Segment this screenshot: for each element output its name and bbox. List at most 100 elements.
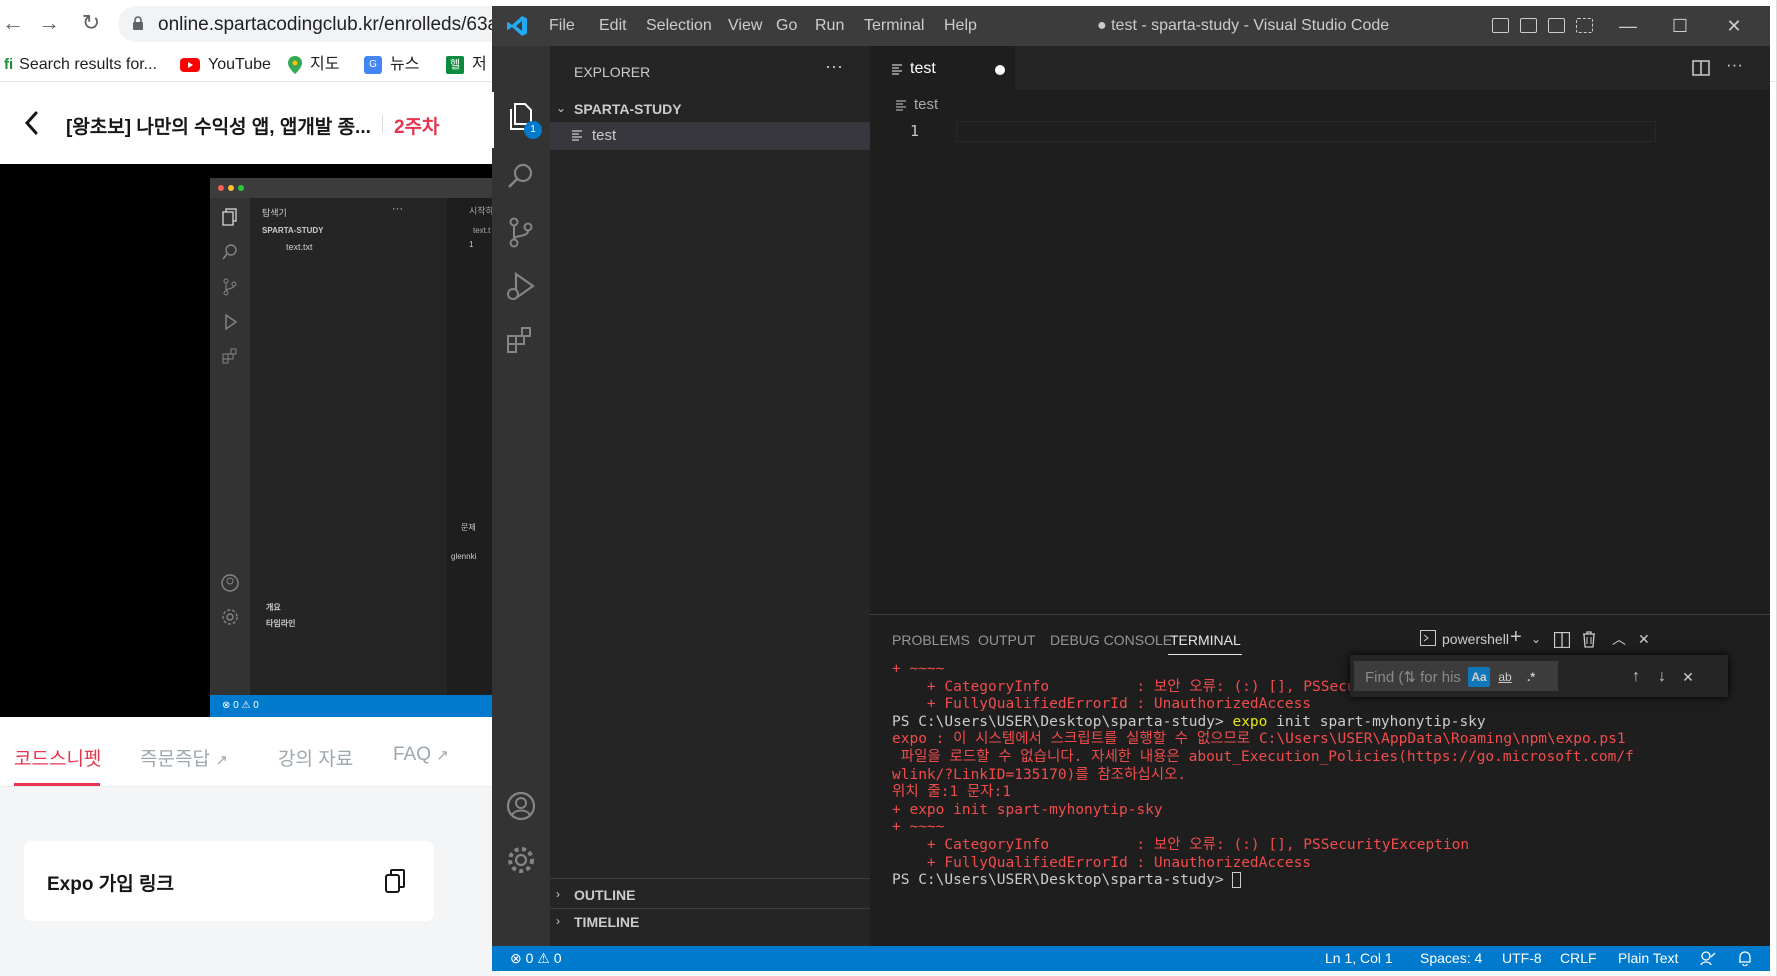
tab-faq[interactable]: FAQ ↗ (393, 744, 449, 766)
previous-match-icon[interactable]: ↑ (1626, 667, 1646, 687)
run-debug-icon[interactable] (505, 270, 537, 302)
tab-code-snippet[interactable]: 코드스니펫 (14, 744, 101, 771)
manage-gear-icon[interactable] (505, 844, 537, 876)
panel-tab-problems[interactable]: PROBLEMS (892, 632, 970, 648)
toggle-panel-icon[interactable] (1520, 18, 1537, 33)
close-window-icon[interactable]: ✕ (1722, 14, 1746, 38)
regex-icon[interactable]: .* (1520, 667, 1542, 687)
youtube-icon (180, 57, 200, 72)
lecture-video[interactable]: 탐색기 ··· SPARTA-STUDY text.txt 개요 타임라인 시작… (0, 164, 500, 717)
bookmark-youtube[interactable]: YouTube (180, 55, 271, 75)
window-title: ● test - sparta-study - Visual Studio Co… (1097, 17, 1390, 34)
panel-tab-debug-console[interactable]: DEBUG CONSOLE (1050, 632, 1172, 648)
toggle-secondary-sidebar-icon[interactable] (1548, 18, 1565, 33)
chevron-down-icon[interactable]: ⌄ (1531, 627, 1541, 651)
menu-go[interactable]: Go (776, 17, 797, 35)
editor-more-icon[interactable]: ··· (1726, 55, 1743, 75)
account-icon[interactable] (505, 790, 537, 822)
forward-arrow-icon[interactable]: → (36, 10, 62, 36)
terminal-line: 파일을 로드할 수 없습니다. 자세한 내용은 about_Execution_… (892, 748, 1634, 765)
bookmark-maps[interactable]: 지도 (288, 55, 339, 75)
indentation-status[interactable]: Spaces: 4 (1420, 950, 1482, 966)
vscode-logo-icon (507, 16, 527, 36)
panel-tab-terminal[interactable]: TERMINAL (1170, 632, 1241, 648)
terminal-line: + FullyQualifiedErrorId : UnauthorizedAc… (892, 854, 1312, 871)
split-editor-icon[interactable] (1692, 60, 1710, 76)
search-icon[interactable] (505, 160, 537, 192)
whole-word-icon[interactable]: ab (1494, 667, 1516, 687)
menu-edit[interactable]: Edit (599, 17, 627, 35)
mini-panel-text: glennki (451, 552, 477, 561)
source-control-icon[interactable] (505, 216, 537, 248)
language-mode[interactable]: Plain Text (1618, 950, 1678, 966)
maximize-icon[interactable]: ☐ (1668, 14, 1692, 38)
toggle-sidebar-icon[interactable] (1492, 18, 1509, 33)
next-match-icon[interactable]: ↓ (1652, 667, 1672, 687)
mini-titlebar (210, 178, 500, 198)
lecture-header: [왕초보] 나만의 수익성 앱, 앱개발 종... 2주차 (0, 82, 500, 164)
unsaved-dot-icon[interactable] (995, 65, 1005, 75)
tab-materials[interactable]: 강의 자료 (278, 744, 353, 771)
line-number: 1 (910, 122, 920, 140)
terminal-line: + FullyQualifiedErrorId : UnauthorizedAc… (892, 696, 1312, 713)
terminal-cursor (1232, 872, 1242, 889)
explorer-more-icon[interactable]: ··· (825, 56, 843, 77)
maps-pin-icon (288, 55, 302, 74)
eol-status[interactable]: CRLF (1560, 950, 1597, 966)
reload-icon[interactable]: ↻ (78, 10, 104, 36)
extensions-icon[interactable] (505, 324, 537, 356)
outline-section[interactable]: › OUTLINE (550, 882, 870, 908)
minimize-icon[interactable]: — (1616, 14, 1640, 38)
menu-help[interactable]: Help (944, 17, 977, 35)
address-bar[interactable]: online.spartacodingclub.kr/enrolleds/63a… (118, 6, 538, 42)
expo-link-card[interactable]: Expo 가입 링크 (24, 841, 434, 921)
outline-label: OUTLINE (574, 887, 636, 903)
panel-tab-output[interactable]: OUTPUT (978, 632, 1036, 648)
timeline-section[interactable]: › TIMELINE (550, 908, 870, 934)
close-panel-icon[interactable]: ✕ (1638, 627, 1650, 651)
terminal-line: PS C:\Users\USER\Desktop\sparta-study> e… (892, 713, 1486, 730)
mini-editor-file: text.t (473, 226, 491, 235)
maximize-panel-icon[interactable]: ︿ (1612, 627, 1626, 651)
terminal-line: + CategoryInfo : 보안 오류: (:) [], PSSecuri… (892, 836, 1470, 853)
url-text: online.spartacodingclub.kr/enrolleds/63a… (158, 14, 509, 35)
notifications-bell-icon[interactable] (1738, 950, 1752, 966)
breadcrumb[interactable]: test (896, 96, 938, 113)
menu-file[interactable]: File (549, 17, 575, 35)
expo-link-label: Expo 가입 링크 (47, 874, 174, 895)
folder-label: SPARTA-STUDY (574, 101, 682, 117)
current-line-highlight[interactable] (956, 121, 1656, 142)
tab-qna[interactable]: 즉문즉답 ↗ (140, 744, 228, 771)
editor-tab-test[interactable]: test (870, 46, 1015, 90)
encoding-status[interactable]: UTF-8 (1502, 950, 1542, 966)
file-item-test[interactable]: test (550, 122, 870, 150)
menu-terminal[interactable]: Terminal (864, 17, 924, 35)
bookmark-favicon-icon: fi (4, 56, 14, 73)
menu-run[interactable]: Run (815, 17, 844, 35)
menu-view[interactable]: View (728, 17, 762, 35)
timeline-label: TIMELINE (574, 914, 640, 930)
terminal-shell-label[interactable]: powershell (1442, 627, 1509, 651)
bookmark-search-results[interactable]: fi Search results for... (4, 55, 157, 75)
problems-status[interactable]: ⊗ 0 ⚠ 0 (510, 950, 562, 967)
mini-git-icon (223, 278, 237, 296)
bookmark-other[interactable]: 헬저 (446, 55, 487, 75)
back-chevron-icon[interactable] (22, 110, 40, 136)
customize-layout-icon[interactable] (1576, 18, 1593, 33)
folder-section-sparta-study[interactable]: ⌄ SPARTA-STUDY (550, 96, 870, 122)
title-divider (382, 115, 383, 133)
back-arrow-icon[interactable]: ← (0, 10, 26, 36)
copy-icon[interactable] (384, 868, 406, 894)
match-case-icon[interactable]: Aa (1468, 667, 1490, 687)
close-find-icon[interactable]: ✕ (1678, 667, 1698, 687)
vscode-window: File Edit Selection View Go Run Terminal… (492, 6, 1770, 971)
bookmark-news[interactable]: G 뉴스 (364, 55, 419, 75)
menu-selection[interactable]: Selection (646, 17, 712, 35)
mini-extensions-icon (222, 348, 237, 364)
mini-max-dot (238, 185, 244, 191)
trash-icon[interactable] (1582, 631, 1596, 648)
new-terminal-icon[interactable]: + (1510, 625, 1522, 649)
feedback-icon[interactable] (1700, 951, 1716, 966)
cursor-position[interactable]: Ln 1, Col 1 (1325, 950, 1393, 966)
split-terminal-icon[interactable] (1554, 632, 1570, 648)
